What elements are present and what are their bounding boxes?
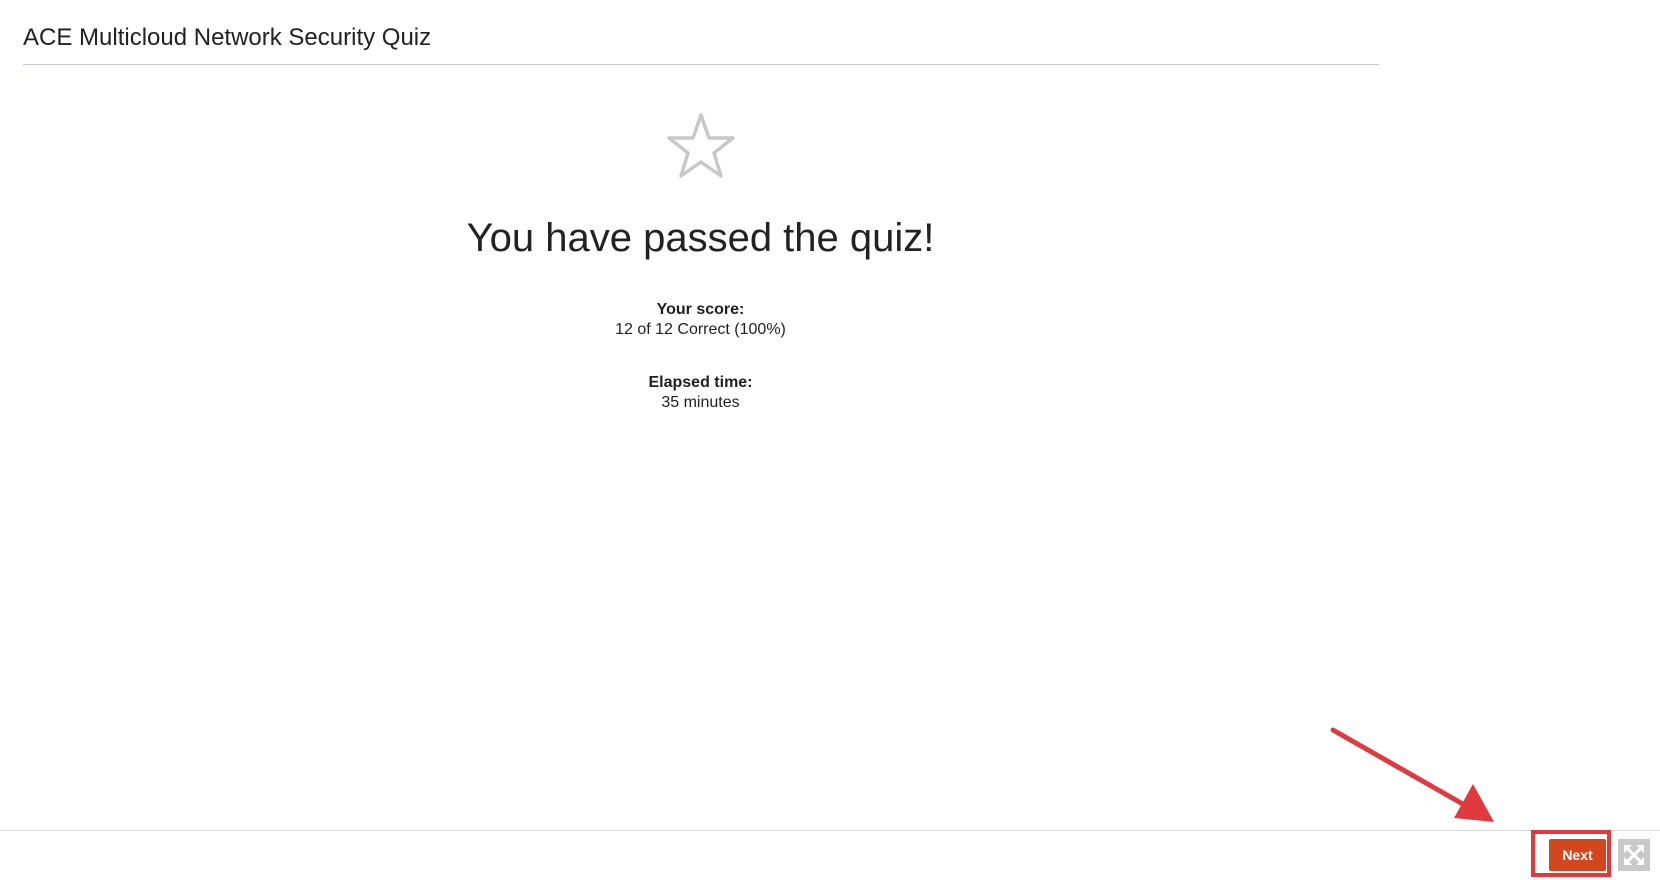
- quiz-header: ACE Multicloud Network Security Quiz: [23, 20, 1379, 65]
- star-outline-icon: [666, 113, 735, 178]
- quiz-results-page: ACE Multicloud Network Security Quiz You…: [0, 0, 1660, 880]
- elapsed-time-block: Elapsed time: 35 minutes: [0, 373, 1401, 413]
- quiz-title: ACE Multicloud Network Security Quiz: [23, 24, 432, 51]
- quiz-footer: [0, 830, 1660, 880]
- score-block: Your score: 12 of 12 Correct (100%): [0, 300, 1401, 340]
- fullscreen-button[interactable]: [1618, 839, 1650, 871]
- annotation-arrow-icon: [1330, 727, 1494, 822]
- score-label: Your score:: [656, 301, 745, 318]
- quiz-result-panel: You have passed the quiz! Your score: 12…: [0, 112, 1401, 413]
- elapsed-time-label: Elapsed time:: [648, 374, 753, 391]
- next-button[interactable]: Next: [1549, 839, 1606, 871]
- fullscreen-toggle-icon: [1624, 845, 1644, 865]
- result-heading: You have passed the quiz!: [466, 216, 935, 260]
- score-value: 12 of 12 Correct (100%): [615, 321, 786, 338]
- elapsed-time-value: 35 minutes: [661, 394, 740, 411]
